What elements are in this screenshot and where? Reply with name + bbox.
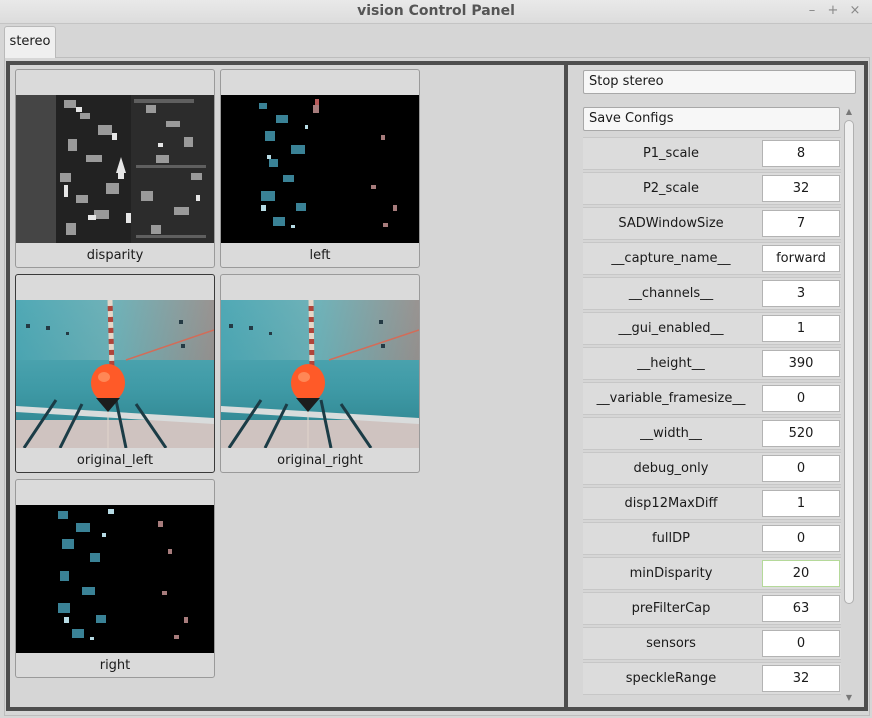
param-row: fullDP 0 bbox=[583, 522, 841, 555]
param-label: __channels__ bbox=[628, 286, 714, 301]
param-row: sensors 0 bbox=[583, 627, 841, 660]
param-row: P2_scale 32 bbox=[583, 172, 841, 205]
image-caption: original_right bbox=[277, 453, 363, 468]
param-value-input[interactable]: forward bbox=[762, 245, 840, 272]
param-row: P1_scale 8 bbox=[583, 137, 841, 170]
disparity-image bbox=[16, 95, 214, 243]
original-right-image bbox=[221, 300, 419, 448]
scroll-up-icon[interactable]: ▲ bbox=[843, 106, 855, 118]
maximize-icon[interactable]: + bbox=[825, 3, 841, 19]
param-row: __channels__ 3 bbox=[583, 277, 841, 310]
save-configs-button[interactable]: Save Configs bbox=[583, 107, 840, 131]
param-value-input[interactable]: 0 bbox=[762, 455, 840, 482]
param-label: __capture_name__ bbox=[611, 251, 731, 266]
image-caption: disparity bbox=[86, 248, 144, 263]
param-value-input[interactable]: 3 bbox=[762, 280, 840, 307]
param-row: SADWindowSize 7 bbox=[583, 207, 841, 240]
window-title: vision Control Panel bbox=[357, 3, 515, 19]
param-row: __height__ 390 bbox=[583, 347, 841, 380]
image-caption: original_left bbox=[76, 453, 154, 468]
param-value-input[interactable]: 0 bbox=[762, 630, 840, 657]
param-scrollbar[interactable]: ▲ ▼ bbox=[843, 106, 855, 706]
param-label: SADWindowSize bbox=[618, 216, 724, 231]
left-image bbox=[221, 95, 419, 243]
scroll-down-icon[interactable]: ▼ bbox=[843, 692, 855, 704]
param-row: __capture_name__ forward bbox=[583, 242, 841, 275]
param-label: __variable_framesize__ bbox=[596, 391, 746, 406]
param-label: __width__ bbox=[640, 426, 702, 441]
minimize-icon[interactable]: – bbox=[804, 3, 820, 19]
original-left-image bbox=[16, 300, 214, 448]
right-image bbox=[16, 505, 214, 653]
param-label: fullDP bbox=[652, 531, 690, 546]
image-card-left[interactable]: left bbox=[220, 69, 420, 268]
param-label: __height__ bbox=[637, 356, 705, 371]
close-icon[interactable]: × bbox=[847, 3, 863, 19]
param-value-input[interactable]: 1 bbox=[762, 490, 840, 517]
param-value-input[interactable]: 7 bbox=[762, 210, 840, 237]
param-row: __gui_enabled__ 1 bbox=[583, 312, 841, 345]
param-value-input[interactable]: 63 bbox=[762, 595, 840, 622]
param-value-input[interactable]: 32 bbox=[762, 665, 840, 692]
param-label: debug_only bbox=[633, 461, 709, 476]
stop-stereo-button[interactable]: Stop stereo bbox=[583, 70, 856, 94]
param-row: debug_only 0 bbox=[583, 452, 841, 485]
param-row: __variable_framesize__ 0 bbox=[583, 382, 841, 415]
param-value-input[interactable]: 1 bbox=[762, 315, 840, 342]
param-label: disp12MaxDiff bbox=[624, 496, 718, 511]
param-row: minDisparity 20 bbox=[583, 557, 841, 590]
param-value-input[interactable]: 520 bbox=[762, 420, 840, 447]
param-row: disp12MaxDiff 1 bbox=[583, 487, 841, 520]
param-value-input[interactable]: 8 bbox=[762, 140, 840, 167]
param-label: __gui_enabled__ bbox=[618, 321, 724, 336]
param-row: preFilterCap 63 bbox=[583, 592, 841, 625]
param-value-input[interactable]: 0 bbox=[762, 385, 840, 412]
param-value-input[interactable]: 0 bbox=[762, 525, 840, 552]
param-value-input[interactable]: 390 bbox=[762, 350, 840, 377]
param-label: preFilterCap bbox=[631, 601, 711, 616]
param-label: P1_scale bbox=[642, 146, 700, 161]
param-row: speckleRange 32 bbox=[583, 662, 841, 695]
image-card-disparity[interactable]: disparity bbox=[15, 69, 215, 268]
tab-stereo[interactable]: stereo bbox=[4, 26, 56, 58]
title-bar: vision Control Panel – + × bbox=[0, 0, 872, 24]
image-card-original-left[interactable]: original_left bbox=[15, 274, 215, 473]
param-label: P2_scale bbox=[642, 181, 700, 196]
param-label: sensors bbox=[646, 636, 696, 651]
param-label: speckleRange bbox=[625, 671, 717, 686]
param-label: minDisparity bbox=[629, 566, 713, 581]
image-card-right[interactable]: right bbox=[15, 479, 215, 678]
image-caption: right bbox=[99, 658, 131, 673]
image-caption: left bbox=[309, 248, 331, 263]
param-row: __width__ 520 bbox=[583, 417, 841, 450]
param-value-input[interactable]: 32 bbox=[762, 175, 840, 202]
image-card-original-right[interactable]: original_right bbox=[220, 274, 420, 473]
param-value-input[interactable]: 20 bbox=[762, 560, 840, 587]
scroll-thumb[interactable] bbox=[844, 120, 854, 604]
